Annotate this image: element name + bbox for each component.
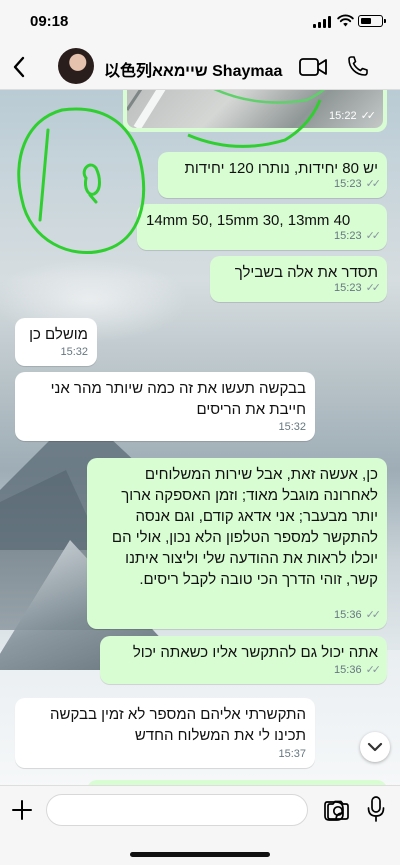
read-ticks-icon: ✓✓ xyxy=(360,110,377,122)
battery-icon xyxy=(358,15,386,27)
battery-level xyxy=(360,17,371,24)
chevron-left-icon[interactable] xyxy=(8,52,32,82)
status-bar: 09:18 xyxy=(0,0,400,44)
message-text: התקשרתי אליהם המספר לא זמין בבקשה תכינו … xyxy=(50,706,306,744)
message-input-box[interactable] xyxy=(46,794,344,826)
message-time: 15:36 xyxy=(334,664,362,676)
message-meta: 15:23 ✓✓ xyxy=(334,226,382,247)
contact-name[interactable]: 以色列שיימאא Shaymaa xyxy=(104,57,282,81)
message-input[interactable] xyxy=(59,795,279,825)
read-ticks-icon: ✓✓ xyxy=(365,609,382,621)
message-meta: 15:22 ✓✓ xyxy=(329,109,377,122)
message-text: כן, אעשה זאת, אבל שירות המשלוחים לאחרונה… xyxy=(111,466,378,588)
read-ticks-icon: ✓✓ xyxy=(365,178,382,190)
message-meta: 15:23 ✓✓ xyxy=(334,278,382,299)
microphone-icon[interactable] xyxy=(366,796,386,822)
message-time: 15:32 xyxy=(60,346,88,358)
message-meta: 15:37 xyxy=(278,744,306,765)
message-time: 15:23 xyxy=(334,282,362,294)
message-bubble-incoming[interactable]: התקשרתי אליהם המספר לא זמין בבקשה תכינו … xyxy=(15,698,315,768)
image-attachment[interactable]: 15:22 ✓✓ xyxy=(127,90,383,128)
message-bubble-outgoing[interactable]: יש 80 יחידות, נותרו 120 יחידות 15:23 ✓✓ xyxy=(158,152,387,198)
message-bubble-outgoing[interactable]: תסדר את אלה בשבילך 15:23 ✓✓ xyxy=(210,256,387,302)
message-bubble-outgoing[interactable]: כן, אעשה זאת, אבל שירות המשלוחים לאחרונה… xyxy=(87,458,387,629)
message-time: 15:23 xyxy=(334,230,362,242)
message-bubble-incoming[interactable]: מושלם כן 15:32 xyxy=(15,318,97,366)
message-text: בבקשה תעשו את זה כמה שיותר מהר אני חייבת… xyxy=(50,380,306,418)
camera-icon[interactable] xyxy=(326,800,350,820)
read-ticks-icon: ✓✓ xyxy=(365,230,382,242)
plus-icon[interactable] xyxy=(10,798,34,822)
video-camera-icon[interactable] xyxy=(298,56,328,78)
chevron-down-icon xyxy=(367,742,383,752)
message-meta: 15:23 ✓✓ xyxy=(334,174,382,195)
message-meta: 15:36 ✓✓ xyxy=(334,660,382,681)
phone-icon[interactable] xyxy=(346,54,370,78)
message-meta: 15:32 xyxy=(278,417,306,438)
chat-header: 以色列שיימאא Shaymaa xyxy=(0,44,400,90)
message-bubble-incoming[interactable]: בבקשה תעשו את זה כמה שיותר מהר אני חייבת… xyxy=(15,372,315,441)
status-time: 09:18 xyxy=(30,13,69,30)
message-bubble-outgoing[interactable]: אתה יכול גם להתקשר אליו כשאתה יכול 15:36… xyxy=(100,636,387,684)
message-list[interactable]: 15:22 ✓✓ יש 80 יחידות, נותרו 120 יחידות 1… xyxy=(0,90,400,785)
message-composer xyxy=(0,785,400,865)
wifi-icon xyxy=(337,14,354,27)
message-time: 15:22 xyxy=(329,110,357,122)
message-time: 15:32 xyxy=(278,421,306,433)
read-ticks-icon: ✓✓ xyxy=(365,282,382,294)
home-indicator xyxy=(130,852,270,857)
message-bubble-outgoing[interactable]: 14mm 50, 15mm 30, 13mm 40 15:23 ✓✓ xyxy=(137,204,387,250)
cellular-signal-icon xyxy=(313,16,331,28)
message-time: 15:37 xyxy=(278,748,306,760)
message-time: 15:23 xyxy=(334,178,362,190)
scroll-to-bottom-button[interactable] xyxy=(360,732,390,762)
message-time: 15:36 xyxy=(334,609,362,621)
message-bubble-image[interactable]: 15:22 ✓✓ xyxy=(123,90,387,132)
avatar[interactable] xyxy=(58,48,94,84)
read-ticks-icon: ✓✓ xyxy=(365,664,382,676)
message-meta: 15:36 ✓✓ xyxy=(334,605,382,626)
message-meta: 15:32 xyxy=(60,342,88,363)
